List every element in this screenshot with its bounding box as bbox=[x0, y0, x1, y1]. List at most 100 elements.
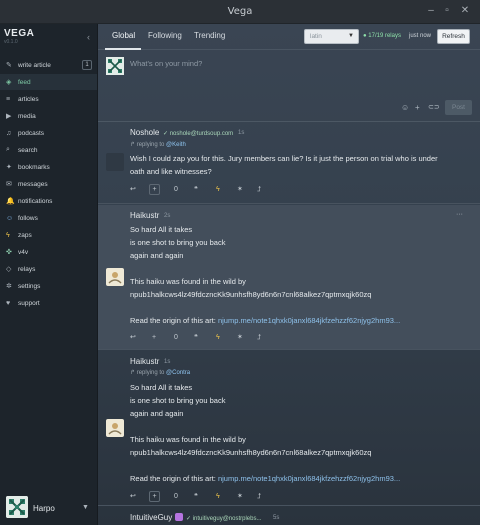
share-icon[interactable]: ⮥ bbox=[257, 184, 261, 195]
sidebar-item-label: relays bbox=[18, 265, 36, 273]
reply-icon[interactable]: ↩ bbox=[130, 332, 136, 343]
tab-global[interactable]: Global bbox=[112, 31, 135, 40]
sidebar-item-feed[interactable]: ◈ feed bbox=[0, 74, 97, 90]
zap-icon[interactable]: ϟ bbox=[216, 332, 220, 343]
like-icon[interactable]: ✶ bbox=[237, 184, 243, 195]
sidebar-item-bookmarks[interactable]: ✦ bookmarks bbox=[0, 159, 97, 175]
language-select-value: latin bbox=[310, 33, 322, 40]
minimize-button[interactable]: – bbox=[424, 4, 438, 18]
reply-mention-link[interactable]: @Contra bbox=[166, 370, 190, 376]
post-button[interactable]: Post bbox=[445, 100, 472, 115]
haiku-art-icon bbox=[106, 419, 124, 437]
reply-mention-link[interactable]: @Keith bbox=[166, 142, 186, 148]
chevron-down-icon[interactable]: ▼ bbox=[82, 504, 89, 511]
author-avatar[interactable] bbox=[106, 153, 124, 171]
maximize-button[interactable]: ▫ bbox=[440, 4, 454, 18]
repost-icon[interactable]: + bbox=[152, 332, 156, 343]
brand-logo: VEGA bbox=[4, 28, 35, 39]
tab-trending[interactable]: Trending bbox=[194, 31, 225, 40]
reply-icon[interactable]: ↩ bbox=[130, 491, 136, 502]
share-icon[interactable]: ⮥ bbox=[257, 491, 261, 502]
note-card: Haikustr 1s ↱ replying to @Contra So har… bbox=[98, 351, 480, 506]
origin-prefix: Read the origin of this art: bbox=[130, 474, 218, 483]
sidebar-item-search[interactable]: ⌕ search bbox=[0, 142, 97, 158]
quote-icon[interactable]: ❝ bbox=[194, 184, 198, 195]
author-avatar[interactable] bbox=[106, 419, 124, 437]
like-icon[interactable]: ✶ bbox=[237, 332, 243, 343]
zap-icon[interactable]: ϟ bbox=[216, 491, 220, 502]
composer-input[interactable]: What's on your mind? bbox=[130, 59, 202, 68]
note-actions: ↩ + 0 ❝ ϟ ✶ ⮥ bbox=[130, 184, 290, 196]
microphone-icon: ♫ bbox=[6, 129, 12, 137]
more-options-button[interactable]: ··· bbox=[456, 211, 463, 218]
note-author[interactable]: Haikustr bbox=[130, 357, 159, 366]
collapse-sidebar-button[interactable]: ‹ bbox=[87, 32, 90, 42]
bookmark-icon: ✦ bbox=[6, 164, 12, 171]
note-author[interactable]: Haikustr bbox=[130, 211, 159, 220]
sidebar-item-label: feed bbox=[18, 78, 31, 86]
sidebar-item-podcasts[interactable]: ♫ podcasts bbox=[0, 125, 97, 141]
reply-icon[interactable]: ↩ bbox=[130, 184, 136, 195]
nip05-verified: ✓ intuitiveguy@nostrplebs... bbox=[186, 516, 262, 522]
sidebar-item-label: podcasts bbox=[18, 129, 45, 137]
like-icon[interactable]: ✶ bbox=[237, 491, 243, 502]
nip05-verified: ✓ noshole@turdsoup.com bbox=[163, 131, 234, 137]
tab-following[interactable]: Following bbox=[148, 31, 182, 40]
repost-button[interactable]: + bbox=[149, 491, 160, 502]
gear-icon: ✲ bbox=[6, 283, 12, 290]
emoji-icon[interactable]: ☺ bbox=[401, 103, 409, 112]
window-title: Vega bbox=[227, 6, 253, 17]
refresh-button[interactable]: Refresh bbox=[437, 29, 470, 44]
add-icon[interactable]: + bbox=[415, 103, 420, 112]
active-tab-indicator bbox=[105, 48, 141, 50]
note-age: 1s bbox=[238, 130, 245, 136]
note-card: IntuitiveGuy ✓ intuitiveguy@nostrplebs..… bbox=[98, 507, 480, 525]
quote-icon[interactable]: ❝ bbox=[194, 491, 198, 502]
note-card: ··· Haikustr 2s So hard All it takes is … bbox=[98, 205, 480, 350]
lightning-icon: ϟ bbox=[6, 231, 10, 239]
note-text-line: again and again bbox=[130, 409, 184, 418]
sidebar-item-write-article[interactable]: ✎ write article 1 bbox=[0, 57, 97, 73]
user-avatar[interactable] bbox=[6, 496, 28, 518]
sidebar-item-media[interactable]: ▶ media bbox=[0, 108, 97, 124]
note-author[interactable]: IntuitiveGuy bbox=[130, 513, 172, 522]
value-icon: ✜ bbox=[6, 249, 12, 256]
note-card: Noshole ✓ noshole@turdsoup.com 1s ↱ repl… bbox=[98, 123, 480, 204]
author-avatar[interactable] bbox=[106, 268, 124, 286]
sidebar-item-label: search bbox=[18, 146, 38, 154]
zap-icon[interactable]: ϟ bbox=[216, 184, 220, 195]
haiku-art-icon bbox=[106, 268, 124, 286]
app-version: v0.1.0 bbox=[4, 39, 18, 45]
share-icon[interactable]: ⮥ bbox=[257, 332, 261, 343]
note-author[interactable]: Noshole bbox=[130, 128, 159, 137]
note-text-line: is one shot to bring you back bbox=[130, 396, 226, 405]
quote-icon[interactable]: ❝ bbox=[194, 332, 198, 343]
composer-avatar bbox=[106, 57, 124, 75]
sidebar-item-follows[interactable]: ☺ follows bbox=[0, 210, 97, 226]
sidebar-item-settings[interactable]: ✲ settings bbox=[0, 278, 97, 294]
envelope-icon: ✉ bbox=[6, 181, 12, 188]
note-text-line: So hard All it takes bbox=[130, 383, 193, 392]
sidebar-item-notifications[interactable]: 🔔 notifications bbox=[0, 193, 97, 209]
language-select[interactable]: latin ▼ bbox=[304, 29, 359, 44]
origin-link[interactable]: njump.me/note1qhxk0janxl684jkfzehzzf62nj… bbox=[218, 316, 400, 325]
reply-prefix: ↱ replying to bbox=[130, 370, 167, 376]
note-text-line: This haiku was found in the wild by bbox=[130, 277, 246, 286]
note-text-line: So hard All it takes bbox=[130, 225, 193, 234]
note-origin: Read the origin of this art: njump.me/no… bbox=[130, 474, 400, 483]
link-icon[interactable]: ⊂⊃ bbox=[428, 103, 440, 111]
sidebar-item-v4v[interactable]: ✜ v4v bbox=[0, 244, 97, 260]
sidebar-item-support[interactable]: ♥ support bbox=[0, 295, 97, 311]
repost-button[interactable]: + bbox=[149, 184, 160, 195]
origin-link[interactable]: njump.me/note1qhxk0janxl684jkfzehzzf62nj… bbox=[218, 474, 400, 483]
avatar-identicon-icon bbox=[6, 496, 28, 518]
current-user-name[interactable]: Harpo bbox=[33, 504, 55, 513]
sidebar-item-relays[interactable]: ◇ relays bbox=[0, 261, 97, 277]
people-icon: ☺ bbox=[6, 214, 14, 222]
sidebar-item-articles[interactable]: ≡ articles bbox=[0, 91, 97, 107]
note-age: 1s bbox=[164, 359, 171, 365]
sidebar-item-messages[interactable]: ✉ messages bbox=[0, 176, 97, 192]
close-button[interactable]: ✕ bbox=[458, 4, 472, 18]
sidebar-item-zaps[interactable]: ϟ zaps bbox=[0, 227, 97, 243]
sidebar-item-label: zaps bbox=[18, 231, 32, 239]
